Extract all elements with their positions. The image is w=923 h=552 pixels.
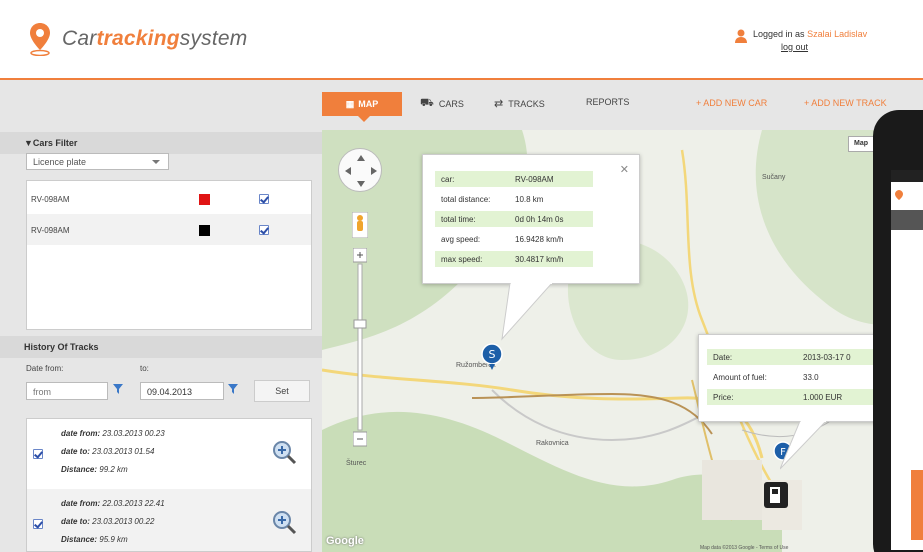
shuffle-icon: ⇄ (494, 98, 504, 110)
car-color-swatch (199, 194, 210, 205)
add-new-track-link[interactable]: + ADD NEW TRACK (804, 98, 887, 108)
user-box: Logged in as Szalai Ladislav log out (735, 28, 867, 54)
set-button[interactable]: Set (254, 380, 310, 402)
map-pan-control[interactable] (338, 148, 382, 192)
map-type-button[interactable]: Map (848, 136, 874, 152)
header: Cartrackingsystem Logged in as Szalai La… (0, 0, 923, 80)
user-name-link[interactable]: Szalai Ladislav (807, 29, 867, 39)
phone-action-button (911, 470, 923, 540)
calendar-icon[interactable] (228, 384, 238, 394)
popup-row: car: RV-098AM (435, 171, 593, 187)
popup-row: max speed: 30.4817 km/h (435, 251, 593, 267)
zoom-slider[interactable] (353, 248, 367, 448)
car-icon: ⛟ (420, 97, 434, 109)
licence-plate-select[interactable]: Licence plate (26, 153, 169, 170)
add-new-car-link[interactable]: + ADD NEW CAR (696, 98, 767, 108)
car-visible-checkbox[interactable] (259, 194, 269, 204)
popup-row: Amount of fuel: 33.0 (713, 373, 819, 382)
date-from-input[interactable]: from (26, 382, 108, 400)
main-nav: ▦ MAP ⛟ CARS ⇄ TRACKS REPORTS + ADD NEW CA… (322, 82, 923, 130)
cars-filter-title[interactable]: ▼Cars Filter (0, 132, 322, 154)
user-info: Logged in as Szalai Ladislav log out (753, 28, 867, 54)
car-row[interactable]: RV-098AM (27, 214, 311, 245)
start-marker-icon[interactable]: S (480, 342, 504, 370)
close-icon[interactable]: ✕ (620, 163, 629, 176)
logo-text: Cartrackingsystem (62, 27, 248, 50)
logged-in-label: Logged in as (753, 29, 805, 39)
history-title: History Of Tracks (0, 336, 322, 358)
map-copyright[interactable]: Map data ©2013 Google - Terms of Use (700, 545, 788, 551)
map-label: Rakovnica (536, 440, 569, 447)
tab-reports[interactable]: REPORTS (586, 97, 629, 107)
magnifier-icon[interactable] (271, 509, 297, 535)
calendar-icon[interactable] (113, 384, 123, 394)
car-color-swatch (199, 225, 210, 236)
user-icon (735, 29, 747, 43)
track-info-popup: ✕ car: RV-098AM total distance: 10.8 km to… (422, 154, 640, 284)
phone-mockup (873, 110, 923, 552)
popup-pointer (780, 421, 827, 470)
popup-row: Price: 1.000 EUR (707, 389, 877, 405)
popup-row: avg speed: 16.9428 km/h (441, 235, 564, 244)
track-checkbox[interactable] (33, 449, 43, 459)
car-visible-checkbox[interactable] (259, 225, 269, 235)
fuel-info-popup: Date: 2013-03-17 0 Amount of fuel: 33.0 Pr… (698, 334, 878, 422)
phone-header (891, 210, 923, 230)
logo[interactable]: Cartrackingsystem (28, 22, 247, 56)
magnifier-icon[interactable] (271, 439, 297, 465)
popup-pointer (501, 283, 553, 341)
popup-row: total time: 0d 0h 14m 0s (435, 211, 593, 227)
car-list: RV-098AM RV-098AM (26, 180, 312, 330)
map-label: Šturec (346, 460, 367, 467)
track-item[interactable]: date from: 23.03.2013 00.23 date to: 23.… (27, 419, 311, 489)
google-logo: Google (326, 535, 364, 547)
track-item[interactable]: date from: 22.03.2013 22.41 date to: 23.… (27, 489, 311, 551)
logout-link[interactable]: log out (781, 41, 867, 54)
location-pin-icon (895, 190, 903, 200)
svg-text:S: S (489, 348, 496, 361)
track-checkbox[interactable] (33, 519, 43, 529)
tab-map[interactable]: ▦ MAP (322, 92, 402, 122)
location-pin-icon (30, 23, 50, 56)
phone-screen (891, 170, 923, 550)
date-to-label: to: (140, 364, 149, 373)
popup-row: Date: 2013-03-17 0 (707, 349, 877, 365)
popup-row: total distance: 10.8 km (441, 195, 544, 204)
pan-arrows-icon (345, 155, 377, 187)
date-from-label: Date from: (26, 364, 64, 373)
fuel-station-icon[interactable] (764, 482, 788, 508)
car-row[interactable]: RV-098AM (27, 183, 311, 214)
map-label: Sučany (762, 174, 786, 181)
app-root: Cartrackingsystem Logged in as Szalai La… (0, 0, 923, 552)
tab-tracks[interactable]: ⇄ TRACKS (494, 97, 545, 110)
map-icon: ▦ (345, 98, 355, 109)
date-to-input[interactable]: 09.04.2013 (140, 382, 224, 400)
phone-status-bar (891, 170, 923, 182)
tab-cars[interactable]: ⛟ CARS (420, 97, 464, 111)
street-view-icon[interactable] (352, 212, 368, 238)
track-list: date from: 23.03.2013 00.23 date to: 23.… (26, 418, 312, 552)
chevron-down-icon (152, 160, 160, 164)
